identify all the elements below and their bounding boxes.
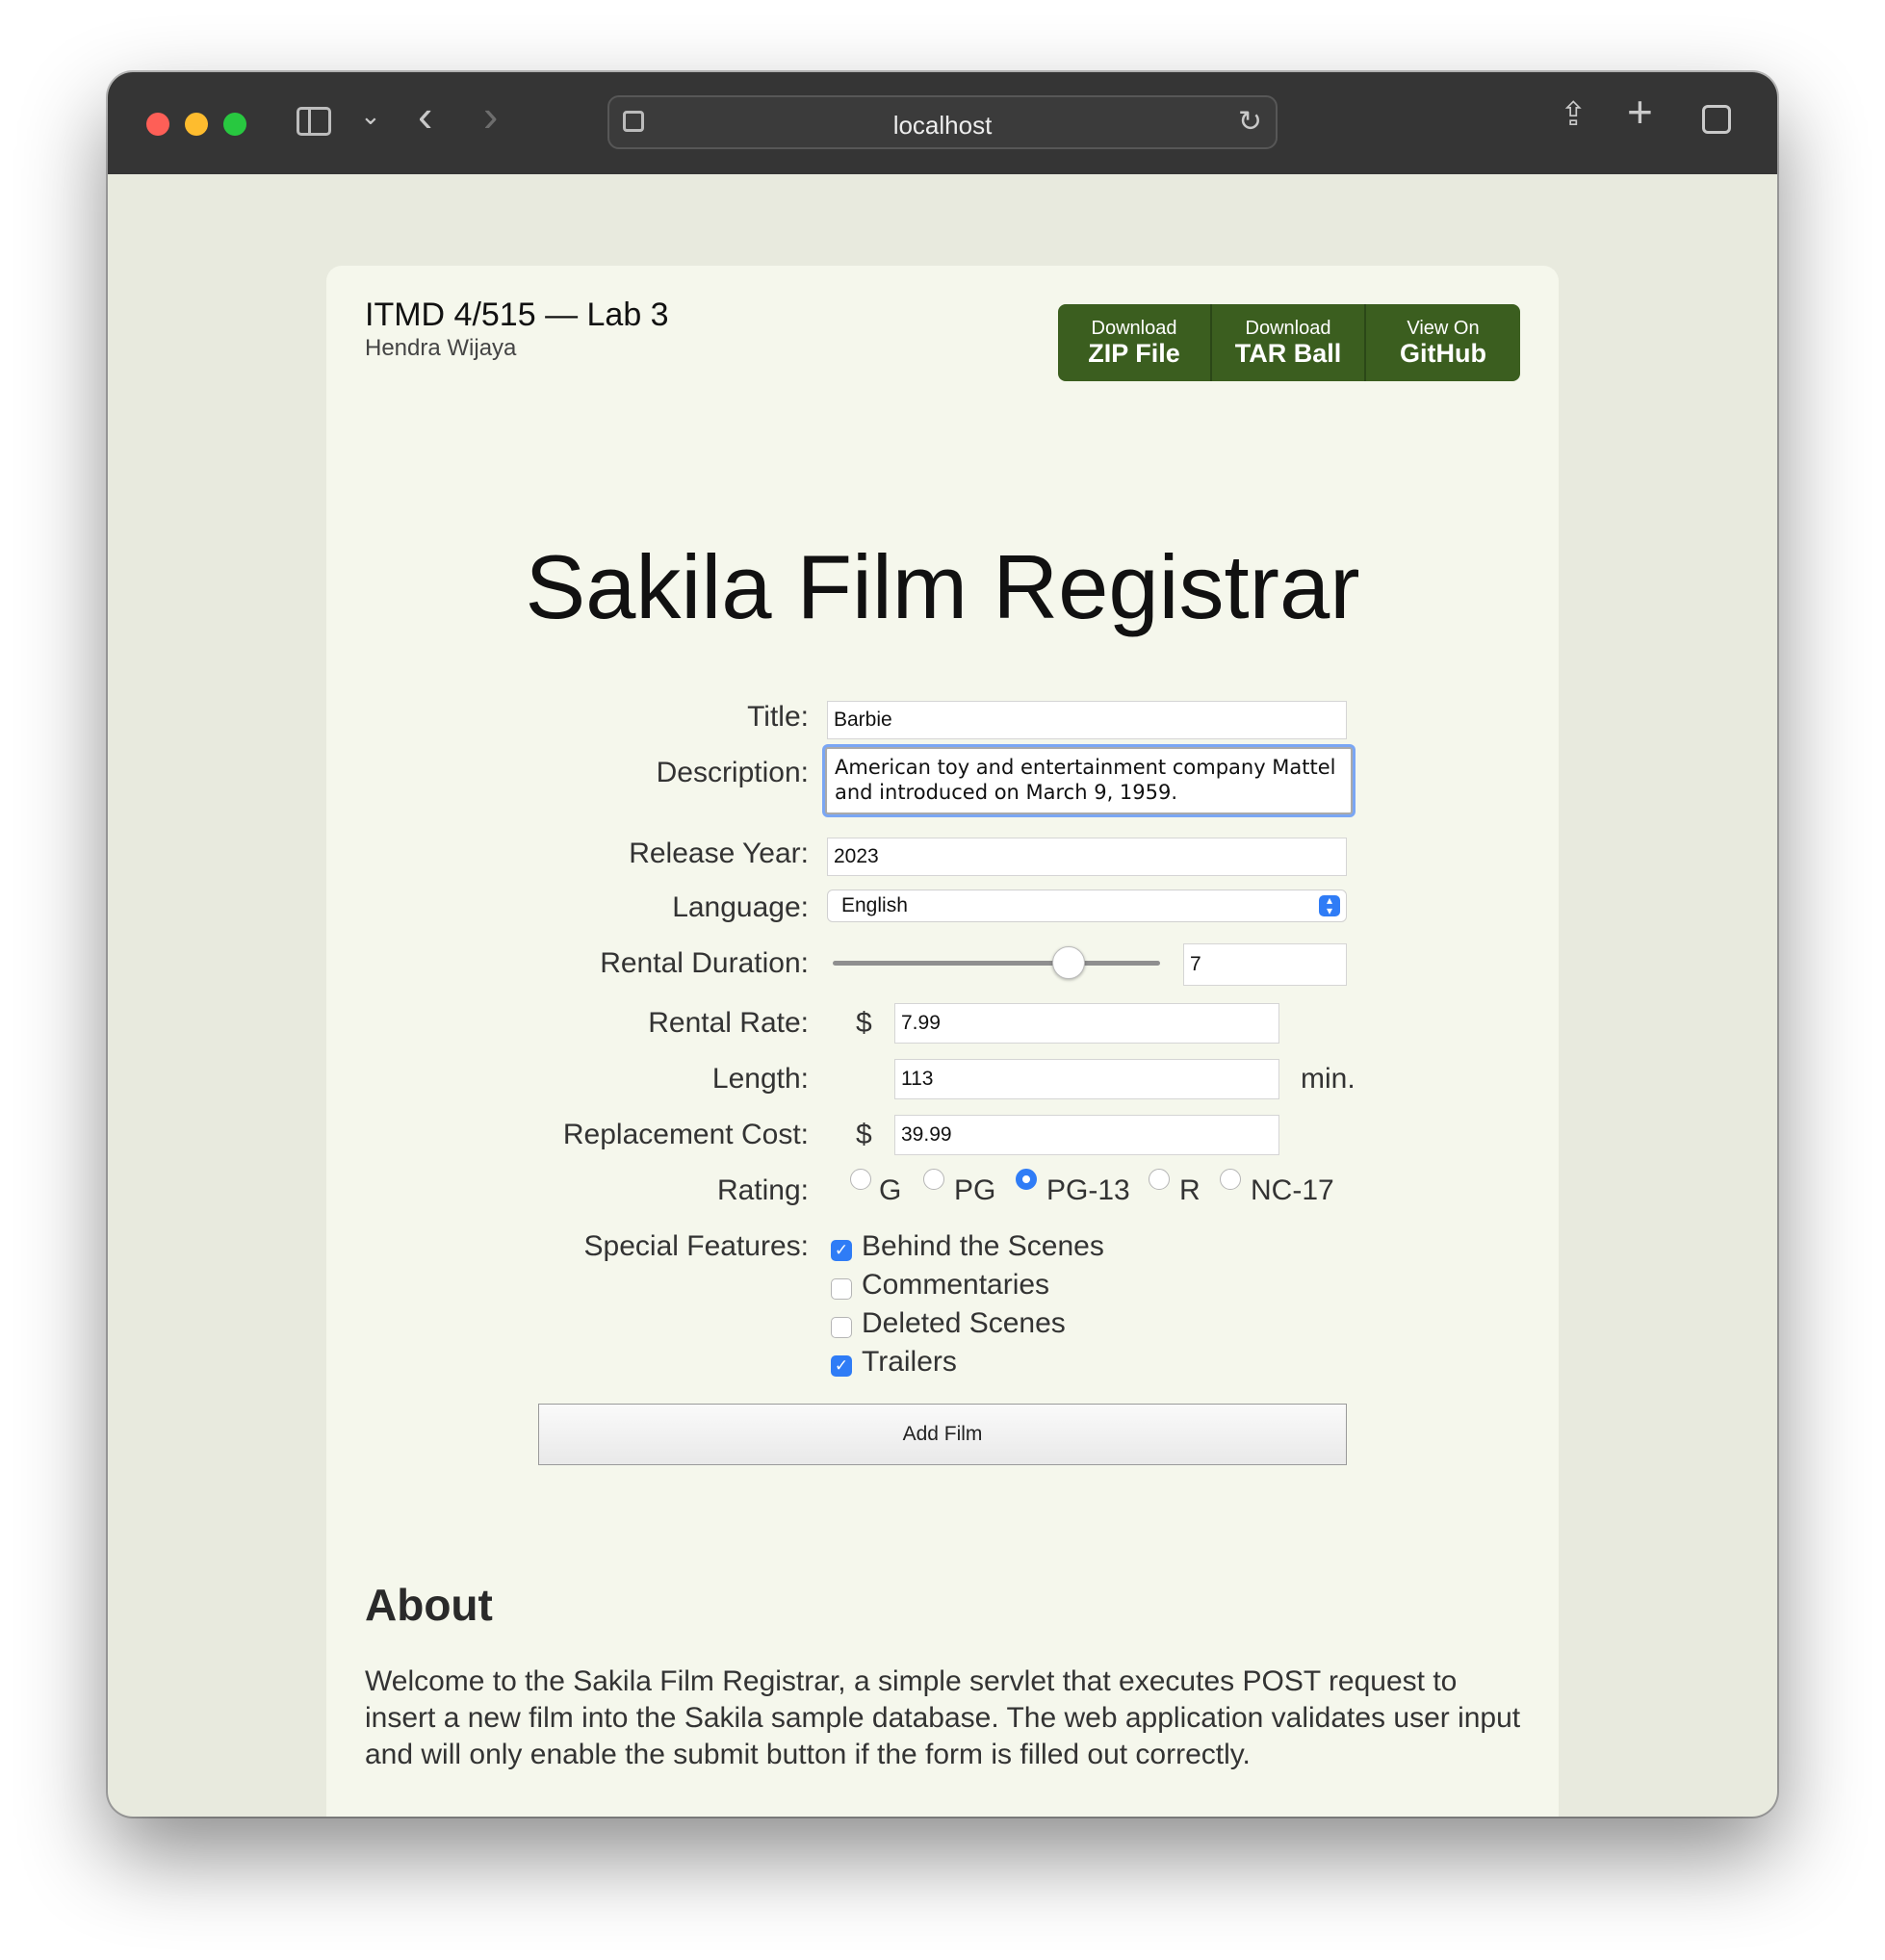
page-viewport: ITMD 4/515 — Lab 3 Hendra Wijaya Downloa… bbox=[108, 174, 1777, 1817]
rating-radio-pg13[interactable] bbox=[1016, 1169, 1037, 1190]
forward-arrow-icon[interactable]: › bbox=[483, 93, 498, 138]
rating-label-nc17: NC-17 bbox=[1251, 1174, 1334, 1206]
download-tar-button[interactable]: Download TAR Ball bbox=[1212, 304, 1366, 381]
download-tar-big-label: TAR Ball bbox=[1234, 339, 1342, 368]
page-title: Sakila Film Registrar bbox=[525, 536, 1360, 637]
add-film-button[interactable]: Add Film bbox=[538, 1404, 1347, 1465]
rating-label-pg13: PG-13 bbox=[1046, 1174, 1130, 1206]
browser-window: ⌄ ‹ › localhost ↻ ⇪ + ITMD 4/515 — Lab 3… bbox=[108, 72, 1777, 1817]
download-zip-big-label: ZIP File bbox=[1088, 339, 1180, 368]
release-year-input[interactable]: 2023 bbox=[827, 838, 1347, 876]
share-icon[interactable]: ⇪ bbox=[1560, 95, 1588, 134]
zoom-window-button[interactable] bbox=[223, 113, 246, 136]
special-features-label: Special Features: bbox=[583, 1230, 809, 1262]
address-bar[interactable]: localhost ↻ bbox=[607, 95, 1278, 149]
view-on-github-button[interactable]: View On GitHub bbox=[1366, 304, 1520, 381]
feature-commentaries-label: Commentaries bbox=[862, 1269, 1050, 1301]
rating-radio-r[interactable] bbox=[1149, 1169, 1170, 1190]
tab-overview-icon[interactable] bbox=[1702, 105, 1731, 134]
rental-duration-slider[interactable] bbox=[833, 961, 1160, 966]
feature-deleted-scenes-checkbox[interactable] bbox=[831, 1317, 852, 1338]
replacement-cost-input[interactable]: 39.99 bbox=[894, 1115, 1279, 1155]
title-input[interactable]: Barbie bbox=[827, 701, 1347, 739]
site-title: ITMD 4/515 — Lab 3 bbox=[365, 297, 669, 333]
rating-label: Rating: bbox=[716, 1174, 809, 1206]
page-card: ITMD 4/515 — Lab 3 Hendra Wijaya Downloa… bbox=[326, 266, 1559, 1817]
rating-radio-nc17[interactable] bbox=[1220, 1169, 1241, 1190]
feature-behind-the-scenes-checkbox[interactable]: ✓ bbox=[831, 1240, 852, 1261]
release-year-label: Release Year: bbox=[629, 838, 809, 869]
download-zip-small-label: Download bbox=[1091, 318, 1177, 339]
github-small-label: View On bbox=[1407, 318, 1480, 339]
rental-duration-label: Rental Duration: bbox=[600, 947, 809, 979]
close-window-button[interactable] bbox=[146, 113, 169, 136]
feature-trailers-checkbox[interactable]: ✓ bbox=[831, 1355, 852, 1377]
new-tab-icon[interactable]: + bbox=[1627, 90, 1653, 134]
rating-label-r: R bbox=[1179, 1174, 1201, 1206]
language-selected-value: English bbox=[841, 894, 908, 916]
language-label: Language: bbox=[672, 891, 809, 923]
github-big-label: GitHub bbox=[1400, 339, 1486, 368]
length-input[interactable]: 113 bbox=[894, 1059, 1279, 1099]
about-text: Welcome to the Sakila Film Registrar, a … bbox=[365, 1665, 1521, 1770]
replacement-cost-currency: $ bbox=[856, 1119, 872, 1150]
rental-rate-currency: $ bbox=[856, 1007, 872, 1039]
description-label: Description: bbox=[656, 757, 809, 788]
rating-radio-pg[interactable] bbox=[923, 1169, 944, 1190]
reload-icon[interactable]: ↻ bbox=[1238, 105, 1262, 139]
browser-toolbar: ⌄ ‹ › localhost ↻ ⇪ + bbox=[108, 72, 1777, 174]
back-arrow-icon[interactable]: ‹ bbox=[418, 93, 432, 138]
chevron-down-icon[interactable]: ⌄ bbox=[360, 101, 381, 131]
rental-rate-input[interactable]: 7.99 bbox=[894, 1003, 1279, 1044]
sidebar-toggle-icon[interactable] bbox=[297, 107, 331, 136]
rating-label-g: G bbox=[879, 1174, 902, 1206]
download-button-group: Download ZIP File Download TAR Ball View… bbox=[1058, 304, 1520, 381]
feature-deleted-scenes-label: Deleted Scenes bbox=[862, 1307, 1066, 1339]
site-author: Hendra Wijaya bbox=[365, 335, 517, 361]
download-zip-button[interactable]: Download ZIP File bbox=[1058, 304, 1212, 381]
language-select[interactable]: English ▴ ▾ bbox=[827, 890, 1347, 922]
rating-radio-g[interactable] bbox=[850, 1169, 871, 1190]
length-unit: min. bbox=[1301, 1063, 1356, 1095]
minimize-window-button[interactable] bbox=[185, 113, 208, 136]
feature-behind-the-scenes-label: Behind the Scenes bbox=[862, 1230, 1104, 1262]
feature-commentaries-checkbox[interactable] bbox=[831, 1278, 852, 1300]
url-text: localhost bbox=[892, 111, 993, 140]
replacement-cost-label: Replacement Cost: bbox=[562, 1119, 809, 1150]
length-label: Length: bbox=[711, 1063, 809, 1095]
rental-rate-label: Rental Rate: bbox=[648, 1007, 809, 1039]
feature-trailers-label: Trailers bbox=[862, 1346, 957, 1378]
select-stepper-icon: ▴ ▾ bbox=[1319, 894, 1340, 916]
rental-duration-slider-thumb[interactable] bbox=[1052, 946, 1085, 979]
download-tar-small-label: Download bbox=[1245, 318, 1331, 339]
title-label: Title: bbox=[747, 701, 809, 733]
about-heading: About bbox=[365, 1580, 493, 1630]
rating-label-pg: PG bbox=[954, 1174, 996, 1206]
rental-duration-input[interactable]: 7 bbox=[1183, 943, 1347, 986]
description-textarea[interactable]: American toy and entertainment company M… bbox=[825, 747, 1353, 814]
